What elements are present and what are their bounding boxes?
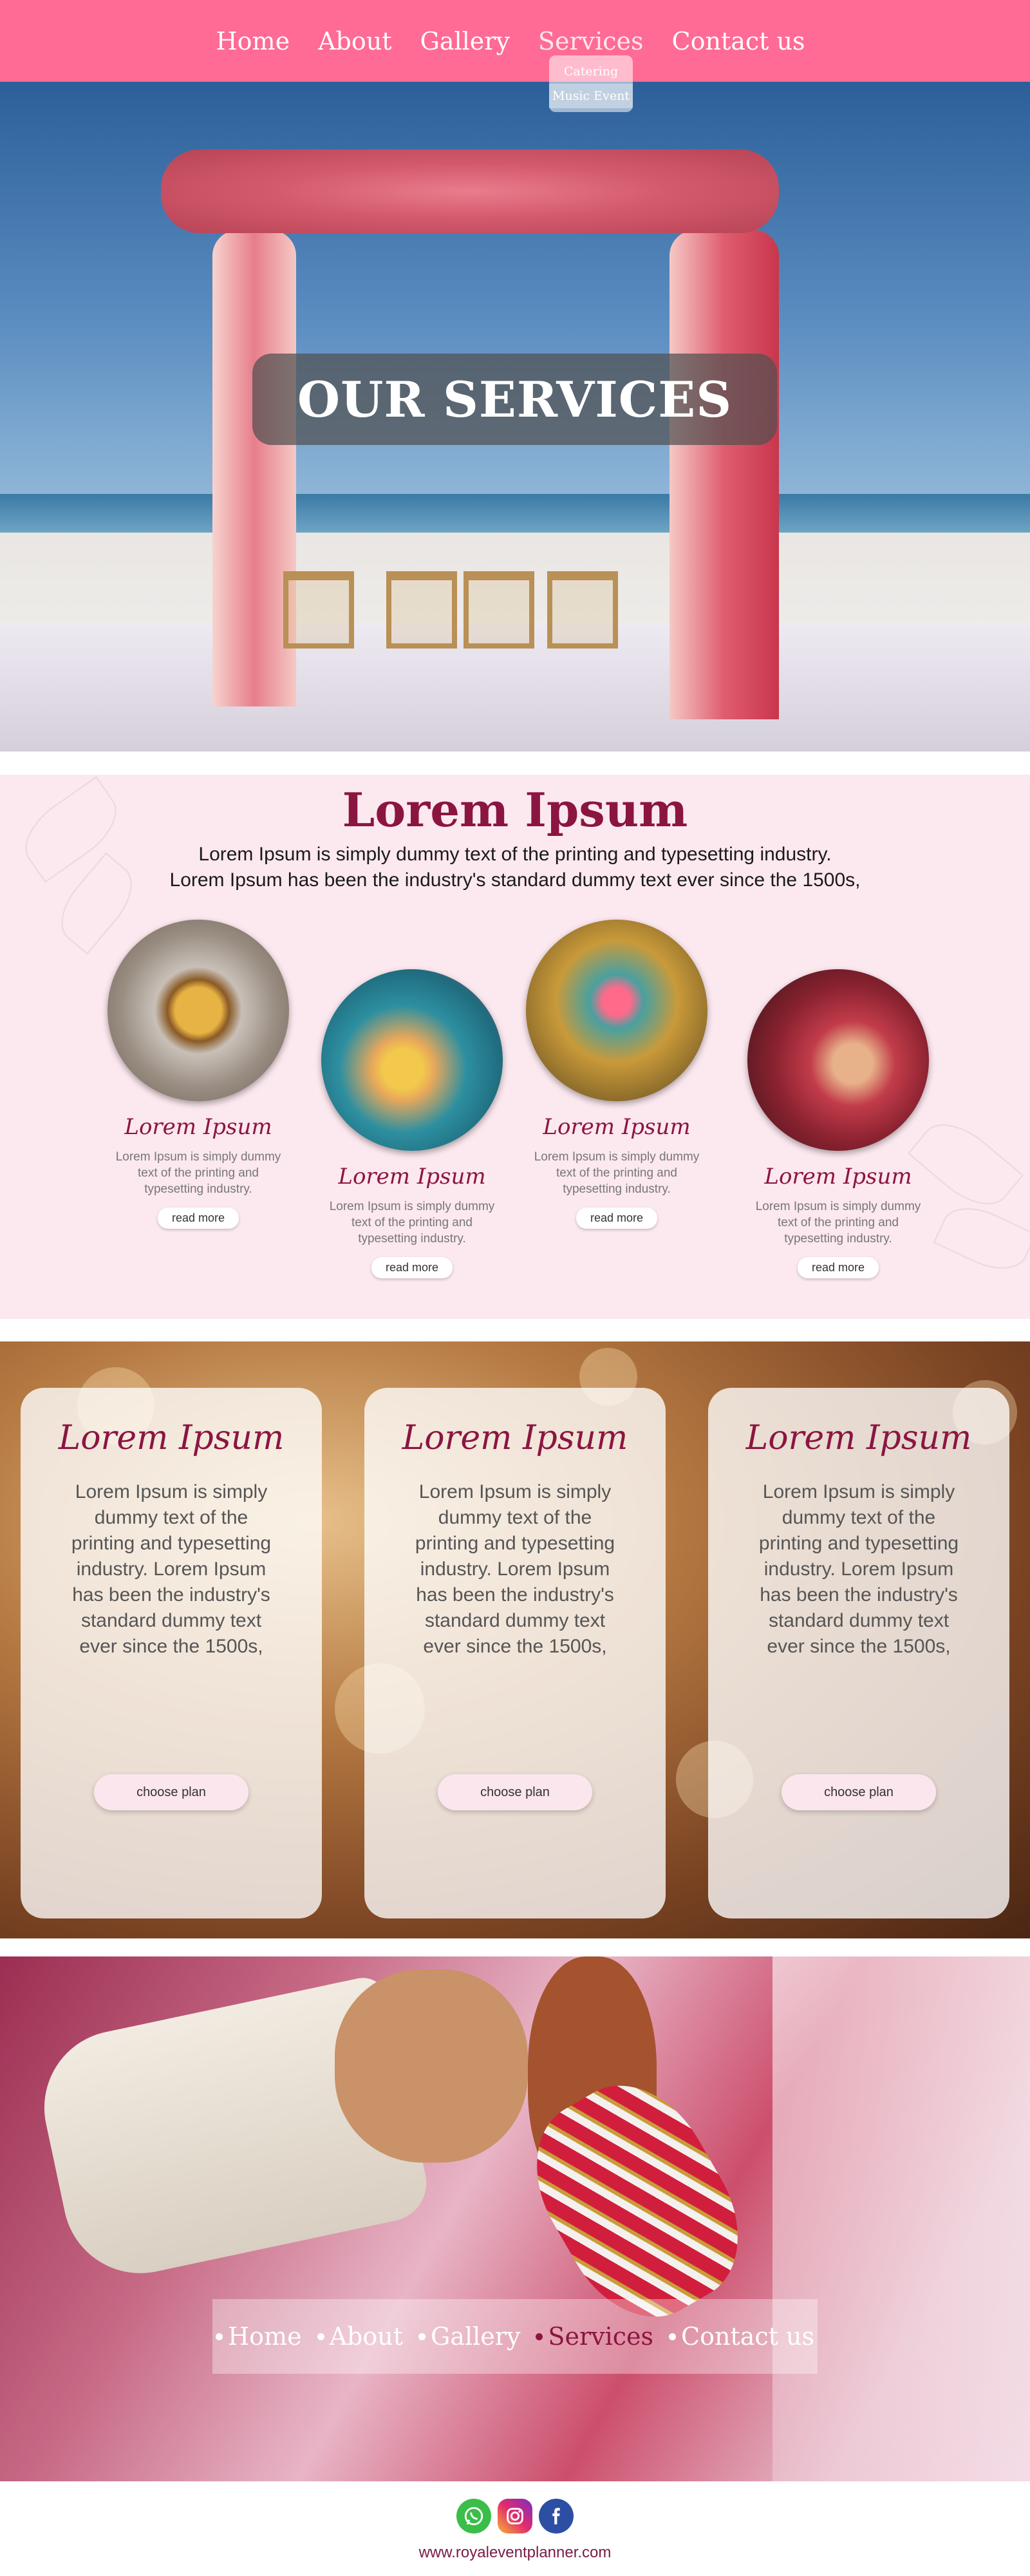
plan-title: Lorem Ipsum [58,1419,285,1457]
facebook-icon[interactable] [539,2499,574,2533]
instagram-icon[interactable] [498,2499,532,2533]
choose-plan-button[interactable]: choose plan [782,1774,936,1810]
footer-nav-home[interactable]: Home [216,2322,302,2351]
card-title: Lorem Ipsum [764,1164,912,1189]
hero-chair [464,571,534,649]
plan-title: Lorem Ipsum [745,1419,972,1457]
card-title: Lorem Ipsum [338,1164,486,1189]
footer-nav-label: Contact us [681,2322,814,2351]
hero-banner: OUR SERVICES [0,82,1030,752]
footer-nav-about[interactable]: About [317,2322,403,2351]
bullet-icon [317,2333,324,2340]
plan-text: Lorem Ipsum is simply dummy text of the … [758,1481,959,1657]
services-dropdown: Catering Music Event [549,55,633,112]
plan-text: Lorem Ipsum is simply dummy text of the … [415,1481,615,1657]
wedding-hands-banner [0,1956,1030,2481]
footer-nav-contact[interactable]: Contact us [669,2322,814,2351]
bullet-icon [669,2333,676,2340]
top-navbar: Home About Gallery Services Contact us [0,0,1030,82]
hero-drape-right [670,230,779,719]
bullet-icon [216,2333,223,2340]
intro-line-1: Lorem Ipsum is simply dummy text of the … [198,844,832,865]
bullet-icon [418,2333,426,2340]
hero-floral-canopy [161,149,779,233]
whatsapp-icon[interactable] [456,2499,491,2533]
footer-nav-label: About [329,2322,403,2351]
read-more-button[interactable]: read more [157,1208,239,1229]
dropdown-item-catering[interactable]: Catering [549,59,633,84]
service-card: Lorem Ipsum Lorem Ipsum is simply dummy … [520,920,713,1229]
footer-nav-label: Gallery [430,2322,521,2351]
service-card: Lorem Ipsum Lorem Ipsum is simply dummy … [102,920,295,1229]
choose-plan-button[interactable]: choose plan [438,1774,592,1810]
plan-title: Lorem Ipsum [402,1419,628,1457]
card-text: Lorem Ipsum is simply dummy text of the … [115,1150,281,1196]
read-more-button[interactable]: read more [576,1208,658,1229]
leaf-decoration [933,1196,1030,1281]
bullet-icon [536,2333,543,2340]
groom-hand [335,1969,528,2163]
card-text: Lorem Ipsum is simply dummy text of the … [755,1200,921,1245]
plan-text: Lorem Ipsum is simply dummy text of the … [71,1481,272,1657]
card-text: Lorem Ipsum is simply dummy text of the … [534,1150,700,1196]
service-card: Lorem Ipsum Lorem Ipsum is simply dummy … [742,969,935,1278]
read-more-button[interactable]: read more [371,1257,453,1278]
hero-chair [283,571,354,649]
card-text: Lorem Ipsum is simply dummy text of the … [329,1200,495,1245]
plan-card: Lorem Ipsum Lorem Ipsum is simply dummy … [21,1388,322,1918]
footer-navbar: Home About Gallery Services Contact us [212,2299,818,2374]
plans-section: Lorem Ipsum Lorem Ipsum is simply dummy … [0,1341,1030,1938]
footer-nav-label: Home [228,2322,302,2351]
card-title: Lorem Ipsum [543,1114,691,1140]
intro-section: Lorem Ipsum Lorem Ipsum is simply dummy … [0,775,1030,1319]
choose-plan-button[interactable]: choose plan [94,1774,248,1810]
hero-chair [386,571,457,649]
hero-sea [0,494,1030,533]
nav-services-link[interactable]: Services [538,27,644,55]
nav-contact-link[interactable]: Contact us [672,27,805,55]
hero-title: OUR SERVICES [297,370,733,428]
haldi-ceremony-photo [321,969,503,1151]
intro-line-2: Lorem Ipsum has been the industry's stan… [169,869,861,891]
hero-title-box: OUR SERVICES [252,354,777,445]
dropdown-item-music-event[interactable]: Music Event [549,84,633,108]
read-more-button[interactable]: read more [797,1257,879,1278]
hero-chair [547,571,618,649]
nav-gallery-link[interactable]: Gallery [420,27,509,55]
plan-card: Lorem Ipsum Lorem Ipsum is simply dummy … [364,1388,666,1918]
nav-home-link[interactable]: Home [216,27,290,55]
nav-about-link[interactable]: About [318,27,391,55]
footer-nav-services[interactable]: Services [536,2322,653,2351]
bride-groom-photo [747,969,929,1151]
bride-veil [772,1956,1030,2481]
intro-title: Lorem Ipsum [342,782,688,837]
lanterns-decor-photo [526,920,707,1101]
service-card: Lorem Ipsum Lorem Ipsum is simply dummy … [315,969,509,1278]
footer-nav-gallery[interactable]: Gallery [418,2322,520,2351]
site-url[interactable]: www.royaleventplanner.com [0,2544,1030,2562]
rings-photo [108,920,289,1101]
card-title: Lorem Ipsum [124,1114,272,1140]
intro-description: Lorem Ipsum is simply dummy text of the … [0,842,1030,893]
footer-nav-label: Services [548,2322,653,2351]
social-links [0,2499,1030,2533]
plan-card: Lorem Ipsum Lorem Ipsum is simply dummy … [708,1388,1009,1918]
